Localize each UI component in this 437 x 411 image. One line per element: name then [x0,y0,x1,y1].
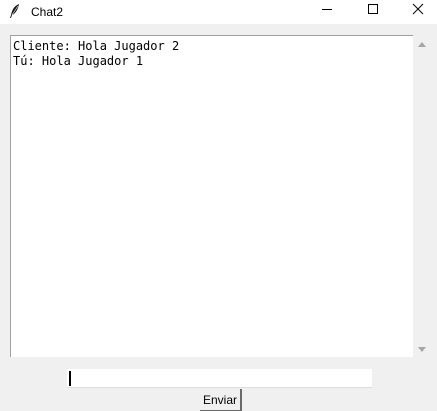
minimize-button[interactable] [304,0,350,24]
chat-message: Cliente: Hola Jugador 2 [13,39,180,53]
scroll-down-arrow-icon[interactable] [413,341,431,357]
window-title: Chat2 [31,5,64,19]
chat-message: Tú: Hola Jugador 1 [13,54,144,68]
scroll-up-arrow-icon[interactable] [413,37,431,53]
maximize-button[interactable] [350,0,396,24]
title-bar[interactable]: Chat2 [0,0,437,24]
text-caret [69,371,71,386]
feather-icon [8,3,22,19]
message-input[interactable] [67,369,372,388]
close-button[interactable] [396,0,437,24]
send-button[interactable]: Enviar [200,389,242,411]
chat-window: Chat2 Cliente: Hola Jugador 2 Tú: Hola J… [0,0,437,411]
chat-log[interactable]: Cliente: Hola Jugador 2 Tú: Hola Jugador… [10,35,413,357]
chat-scrollbar[interactable] [413,35,431,357]
